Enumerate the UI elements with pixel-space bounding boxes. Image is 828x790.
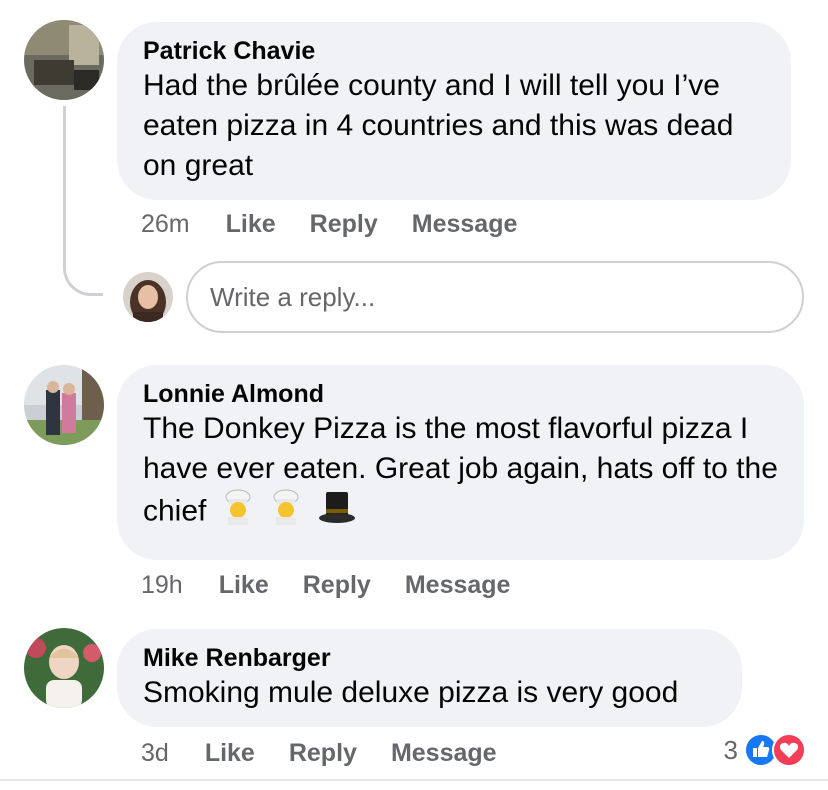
comment-author[interactable]: Mike Renbarger [143, 643, 716, 673]
message-button[interactable]: Message [412, 210, 518, 239]
reaction-summary[interactable]: 3 [724, 733, 806, 767]
reply-button[interactable]: Reply [289, 739, 357, 768]
avatar-mike-renbarger[interactable] [24, 628, 104, 708]
comment-timestamp[interactable]: 3d [141, 739, 169, 768]
reply-thread-line [63, 106, 103, 296]
comment-actions: 3d Like Reply Message [141, 739, 531, 768]
comment-text: The Donkey Pizza is the most flavorful p… [143, 409, 788, 536]
reply-input[interactable]: Write a reply... [186, 261, 804, 333]
comment-text: Had the brûlée county and I will tell yo… [143, 69, 734, 182]
comment-timestamp[interactable]: 26m [141, 210, 190, 239]
message-button[interactable]: Message [391, 739, 497, 768]
avatar-lonnie-almond[interactable] [24, 365, 104, 445]
comment-author[interactable]: Lonnie Almond [143, 379, 778, 409]
current-user-avatar [123, 272, 173, 322]
avatar-patrick-chavie[interactable] [24, 20, 104, 100]
comment-timestamp[interactable]: 19h [141, 571, 183, 600]
comment-author[interactable]: Patrick Chavie [143, 36, 765, 66]
comment-text: Smoking mule deluxe pizza is very good [143, 676, 679, 709]
comment-bubble: Lonnie Almond The Donkey Pizza is the mo… [117, 365, 804, 560]
reply-button[interactable]: Reply [310, 210, 378, 239]
comment-actions: 26m Like Reply Message [141, 210, 551, 239]
like-button[interactable]: Like [226, 210, 276, 239]
reply-button[interactable]: Reply [303, 571, 371, 600]
cook-emoji [221, 489, 255, 536]
love-reaction-icon [772, 733, 806, 767]
comment-bubble: Patrick Chavie Had the brûlée county and… [117, 22, 791, 200]
reply-input-placeholder: Write a reply... [210, 281, 376, 312]
message-button[interactable]: Message [405, 571, 511, 600]
reaction-count: 3 [723, 734, 738, 765]
comment-actions: 19h Like Reply Message [141, 571, 544, 600]
cook-emoji [269, 489, 303, 536]
top-hat-emoji [317, 489, 357, 536]
like-button[interactable]: Like [205, 739, 255, 768]
divider [0, 779, 828, 781]
comment-bubble: Mike Renbarger Smoking mule deluxe pizza… [117, 629, 742, 727]
like-button[interactable]: Like [219, 571, 269, 600]
